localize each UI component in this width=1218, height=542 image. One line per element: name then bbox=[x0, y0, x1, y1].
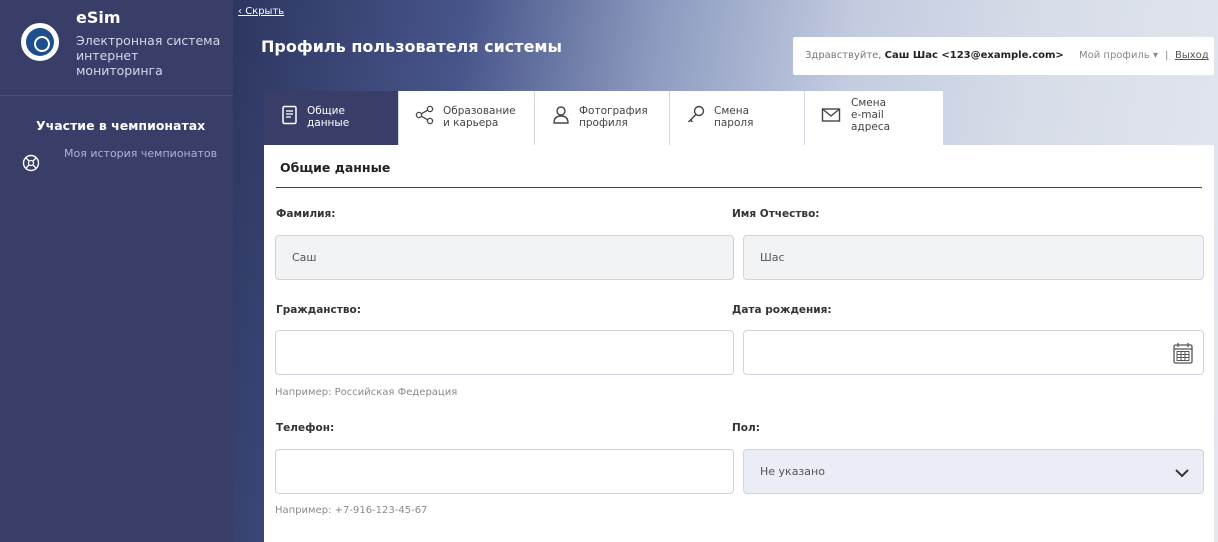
logout-link[interactable]: Выход bbox=[1175, 50, 1209, 61]
separator: | bbox=[1165, 50, 1169, 61]
name-field[interactable]: Шас bbox=[743, 235, 1204, 280]
tab-password-label: Смена пароля bbox=[714, 105, 754, 129]
logo-icon[interactable] bbox=[21, 23, 59, 61]
document-icon bbox=[282, 105, 297, 125]
brand-block: eSim Электронная система интернет монито… bbox=[0, 0, 233, 96]
sidebar-heading: Участие в чемпионатах bbox=[36, 118, 206, 133]
tab-email-label: Смена e-mail адреса bbox=[851, 97, 891, 133]
page-title: Профиль пользователя системы bbox=[261, 37, 562, 56]
tab-general[interactable]: Общие данные bbox=[264, 91, 399, 145]
tab-general-label: Общие данные bbox=[307, 105, 350, 129]
tab-email[interactable]: Смена e-mail адреса bbox=[805, 91, 943, 145]
sidebar: eSim Электронная система интернет монито… bbox=[0, 0, 233, 542]
name-label: Имя Отчество: bbox=[732, 208, 820, 220]
brand-subtitle: Электронная система интернет мониторинга bbox=[76, 33, 221, 78]
citizenship-hint: Например: Российская Федерация bbox=[275, 387, 458, 398]
championship-icon bbox=[22, 154, 40, 172]
tab-password[interactable]: Смена пароля bbox=[670, 91, 805, 145]
surname-field[interactable]: Саш bbox=[275, 235, 734, 280]
section-title: Общие данные bbox=[280, 160, 391, 175]
phone-hint: Например: +7-916-123-45-67 bbox=[275, 505, 428, 516]
key-icon bbox=[687, 105, 705, 123]
citizenship-input[interactable] bbox=[275, 330, 734, 375]
sidebar-item-history[interactable]: Моя история чемпионатов bbox=[64, 147, 217, 160]
calendar-icon[interactable] bbox=[1173, 342, 1193, 364]
gender-select[interactable]: Не указано bbox=[743, 449, 1204, 494]
surname-value: Саш bbox=[292, 251, 317, 264]
chevron-down-icon bbox=[1175, 469, 1189, 478]
phone-input[interactable] bbox=[275, 449, 734, 494]
tab-photo-label: Фотография профиля bbox=[579, 105, 648, 129]
my-profile-menu[interactable]: Мой профиль ▾ bbox=[1079, 50, 1158, 61]
citizenship-label: Гражданство: bbox=[276, 304, 361, 316]
profile-form-card: Общие данные Фамилия: Имя Отчество: Саш … bbox=[264, 145, 1214, 542]
gender-label: Пол: bbox=[732, 422, 760, 434]
brand-title: eSim bbox=[76, 8, 121, 27]
phone-label: Телефон: bbox=[276, 422, 335, 434]
tab-education-label: Образование и карьера bbox=[443, 105, 516, 129]
greeting: Здравствуйте, Саш Шас <123@example.com> bbox=[805, 50, 1064, 61]
birthdate-input[interactable] bbox=[743, 330, 1204, 375]
envelope-icon bbox=[821, 108, 841, 122]
gender-value: Не указано bbox=[760, 465, 825, 478]
surname-label: Фамилия: bbox=[276, 208, 336, 220]
tab-photo[interactable]: Фотография профиля bbox=[535, 91, 670, 145]
section-divider bbox=[276, 187, 1202, 188]
birthdate-label: Дата рождения: bbox=[732, 304, 832, 316]
name-value: Шас bbox=[760, 251, 785, 264]
user-photo-icon bbox=[553, 106, 569, 124]
share-icon bbox=[415, 105, 434, 125]
greeting-prefix: Здравствуйте, bbox=[805, 50, 885, 61]
hide-link-label: Скрыть bbox=[245, 6, 285, 17]
hide-sidebar-link[interactable]: ‹ Скрыть bbox=[238, 6, 284, 17]
user-name: Саш Шас <123@example.com> bbox=[884, 50, 1064, 61]
user-bar: Здравствуйте, Саш Шас <123@example.com> … bbox=[793, 37, 1214, 75]
tab-education[interactable]: Образование и карьера bbox=[399, 91, 535, 145]
